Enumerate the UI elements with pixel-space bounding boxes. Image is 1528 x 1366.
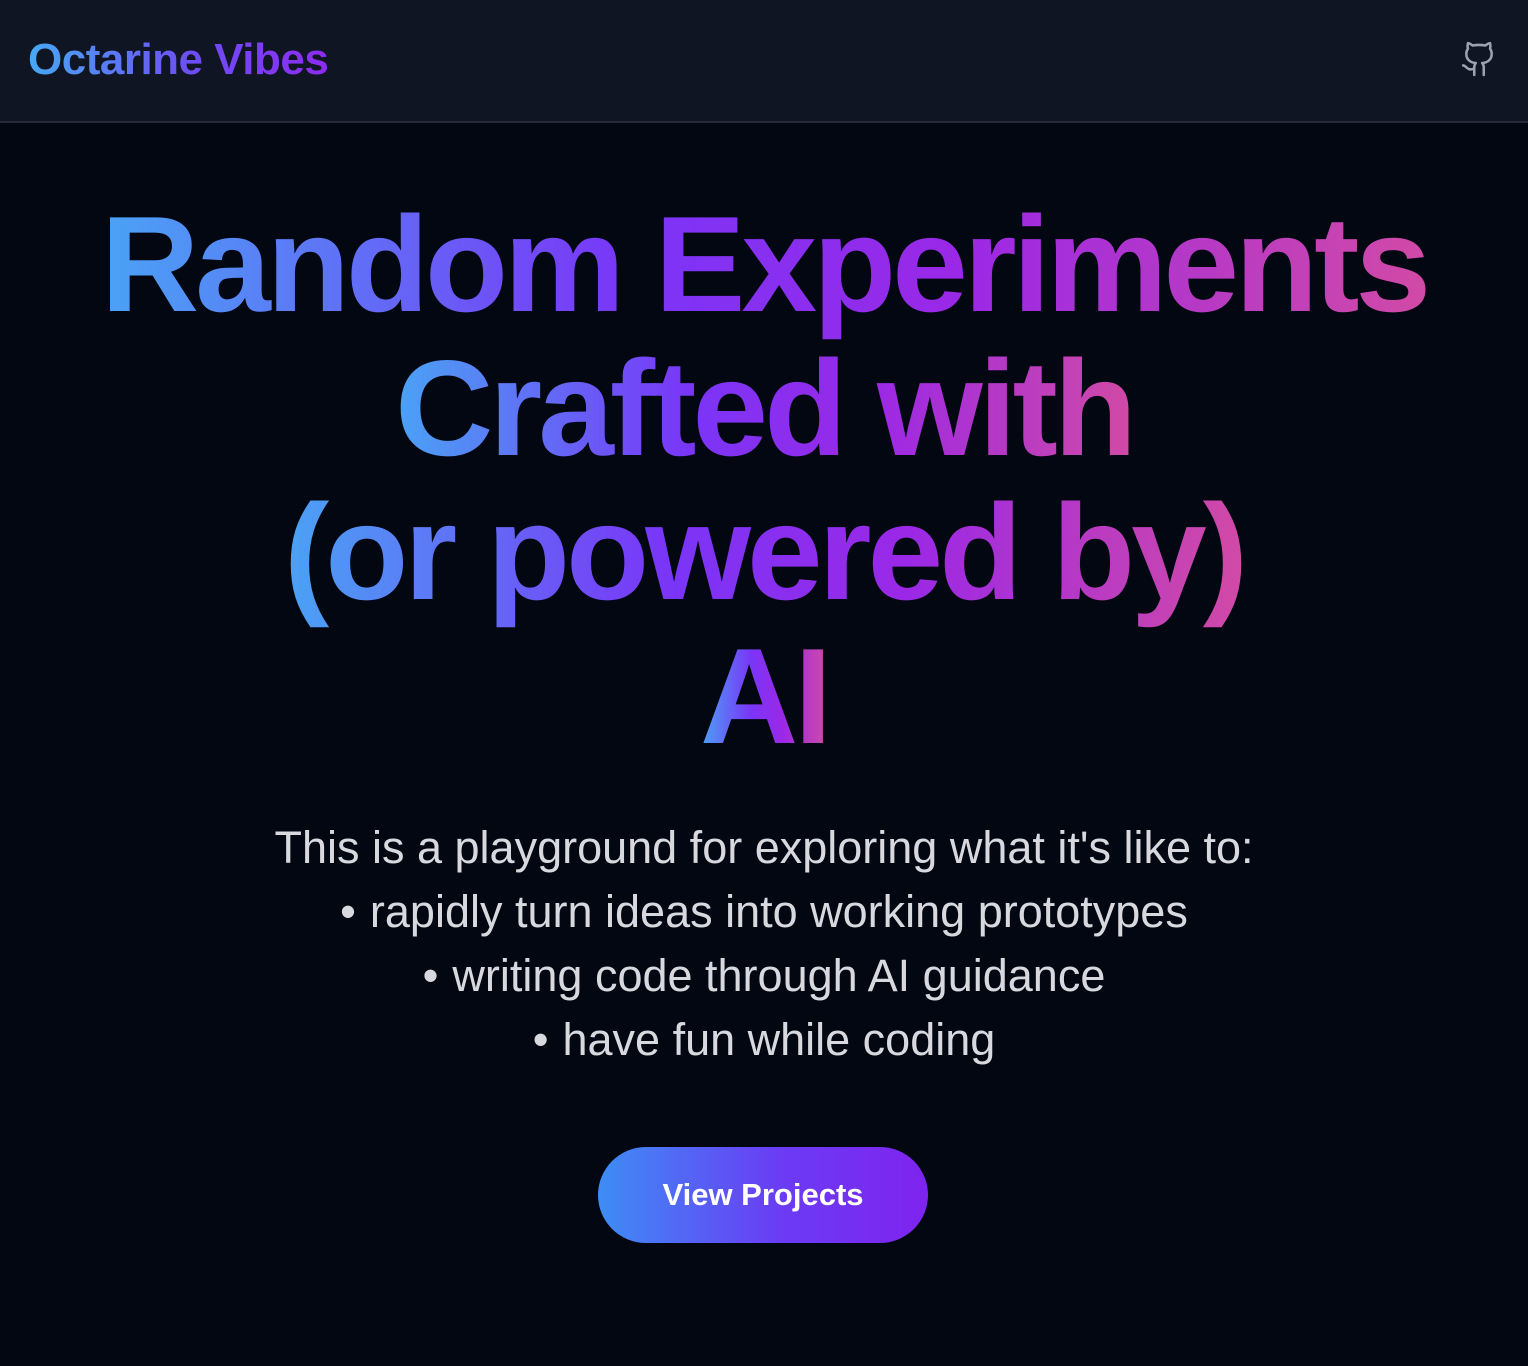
list-item: • rapidly turn ideas into working prototy… <box>0 880 1528 944</box>
bullet-text: have fun while coding <box>562 1014 996 1065</box>
hero-title-line-4: AI <box>700 620 832 772</box>
brand-logo-link[interactable]: Octarine Vibes <box>28 32 329 88</box>
top-navbar: Octarine Vibes <box>0 0 1528 123</box>
hero-title-line-1: Random Experiments <box>100 188 1431 340</box>
github-link[interactable] <box>1460 40 1498 78</box>
hero-intro-text: This is a playground for exploring what … <box>274 822 1254 873</box>
bullet-dot: • <box>340 886 356 937</box>
github-icon <box>1460 40 1498 78</box>
view-projects-button[interactable]: View Projects <box>598 1147 928 1243</box>
hero-bullet-list: • rapidly turn ideas into working prototy… <box>0 880 1528 1072</box>
bullet-dot: • <box>422 950 439 1001</box>
hero-title-line-3: (or powered by) <box>283 476 1248 628</box>
hero-title: Random Experiments Crafted with (or powe… <box>0 192 1528 768</box>
bullet-dot: • <box>532 1014 549 1065</box>
bullet-text: writing code through AI guidance <box>452 950 1106 1001</box>
hero-title-line-2: Crafted with <box>395 332 1137 484</box>
list-item: • writing code through AI guidance <box>0 944 1528 1008</box>
bullet-text: rapidly turn ideas into working prototyp… <box>369 886 1188 937</box>
list-item: • have fun while coding <box>0 1008 1528 1072</box>
